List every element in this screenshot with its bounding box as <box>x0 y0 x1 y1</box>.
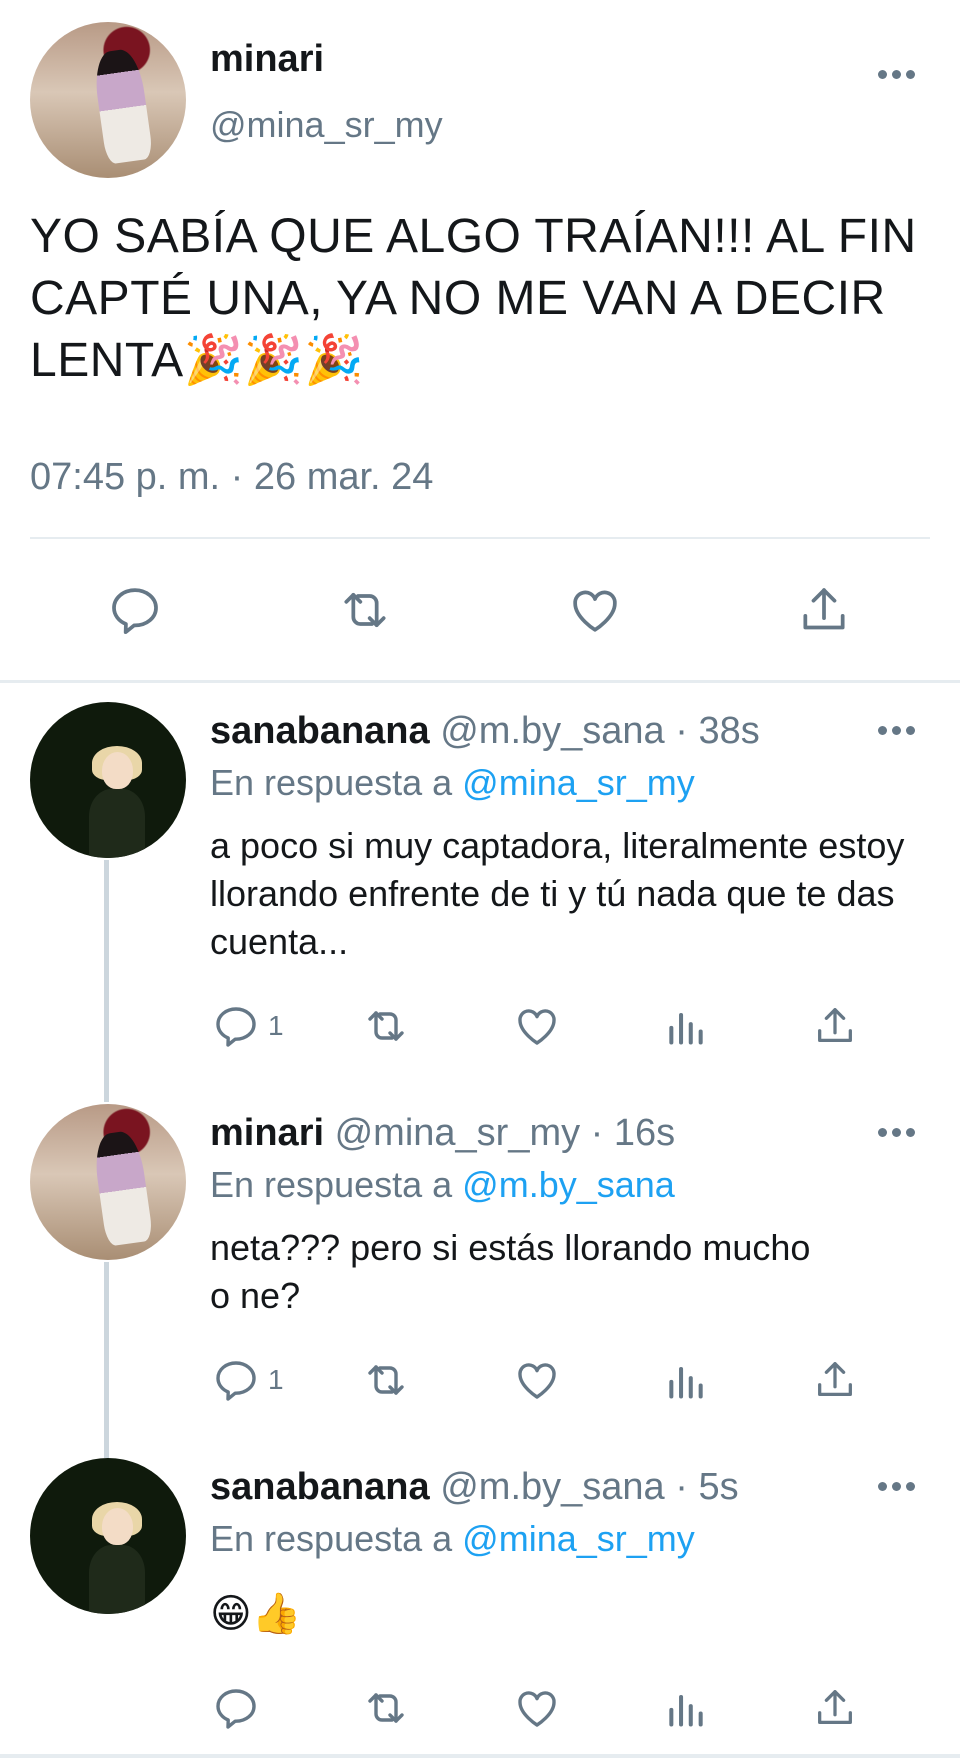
avatar[interactable] <box>30 22 186 178</box>
like-button[interactable] <box>512 1684 562 1732</box>
reply-header: sanabanana @m.by_sana · 38s <box>210 710 760 753</box>
reply-button[interactable]: 1 <box>212 1002 284 1050</box>
analytics-button[interactable] <box>664 1684 708 1732</box>
author-name[interactable]: sanabanana <box>210 1466 430 1508</box>
retweet-button[interactable] <box>332 582 398 638</box>
like-icon <box>518 1691 556 1727</box>
reply-context: En respuesta a @mina_sr_my <box>210 762 695 804</box>
retweet-icon <box>368 1011 404 1041</box>
reply-actions <box>0 1684 960 1740</box>
like-icon <box>518 1009 556 1045</box>
analytics-button[interactable] <box>664 1356 708 1404</box>
reply-actions: 1 <box>0 1356 960 1412</box>
author-name[interactable]: sanabanana <box>210 710 430 752</box>
reply-count: 1 <box>268 1010 284 1041</box>
share-icon <box>818 1690 852 1725</box>
reply-actions: 1 <box>0 1002 960 1058</box>
reply-icon <box>216 1007 256 1047</box>
author-name[interactable]: minari <box>210 1112 324 1154</box>
more-options-icon[interactable] <box>878 1480 918 1492</box>
reply-text: a poco si muy captadora, literalmente es… <box>210 825 905 962</box>
reply-icon <box>216 1361 256 1401</box>
reply-header: sanabanana @m.by_sana · 5s <box>210 1466 739 1509</box>
reply-context: En respuesta a @m.by_sana <box>210 1164 675 1206</box>
share-button[interactable] <box>812 1684 858 1732</box>
author-meta[interactable]: @m.by_sana · 38s <box>440 710 760 752</box>
like-button[interactable] <box>566 582 624 638</box>
share-button[interactable] <box>812 1356 858 1404</box>
like-button[interactable] <box>512 1002 562 1050</box>
reply-button[interactable]: 1 <box>212 1356 284 1404</box>
reply-prefix: En respuesta a <box>210 1164 463 1205</box>
reply-button[interactable] <box>106 582 164 638</box>
author-meta[interactable]: @m.by_sana · 5s <box>440 1466 738 1508</box>
reply-to-link[interactable]: @m.by_sana <box>462 1164 675 1205</box>
avatar[interactable] <box>30 1458 186 1614</box>
author-handle[interactable]: @mina_sr_my <box>210 104 443 146</box>
retweet-icon <box>368 1365 404 1395</box>
reply-button[interactable] <box>212 1684 268 1732</box>
like-icon <box>573 590 617 632</box>
share-icon <box>803 588 845 630</box>
reply-text: 😁👍 <box>210 1591 302 1637</box>
share-icon <box>818 1008 852 1043</box>
bottom-divider <box>0 1754 960 1758</box>
analytics-icon <box>669 1012 703 1045</box>
avatar[interactable] <box>30 1104 186 1260</box>
reply-to-link[interactable]: @mina_sr_my <box>462 762 695 803</box>
share-button[interactable] <box>812 1002 858 1050</box>
analytics-icon <box>669 1366 703 1399</box>
retweet-button[interactable] <box>358 1684 414 1732</box>
reply-icon <box>216 1689 256 1729</box>
reply-prefix: En respuesta a <box>210 1518 463 1559</box>
author-name[interactable]: minari <box>210 38 324 81</box>
reply-header: minari @mina_sr_my · 16s <box>210 1112 675 1155</box>
section-divider <box>0 680 960 683</box>
tweet-timestamp: 07:45 p. m. · 26 mar. 24 <box>30 456 434 498</box>
author-meta[interactable]: @mina_sr_my · 16s <box>335 1112 676 1154</box>
retweet-icon <box>344 592 386 628</box>
retweet-button[interactable] <box>358 1356 414 1404</box>
retweet-button[interactable] <box>358 1002 414 1050</box>
divider <box>30 537 930 539</box>
analytics-icon <box>669 1694 703 1727</box>
analytics-button[interactable] <box>664 1002 708 1050</box>
share-button[interactable] <box>796 582 852 638</box>
reply-prefix: En respuesta a <box>210 762 463 803</box>
more-options-icon[interactable] <box>878 1126 918 1138</box>
thread-line <box>104 860 109 1102</box>
reply-context: En respuesta a @mina_sr_my <box>210 1518 695 1560</box>
avatar[interactable] <box>30 702 186 858</box>
reply-text: neta??? pero si estás llorando mucho o n… <box>210 1227 811 1316</box>
share-icon <box>818 1362 852 1397</box>
main-tweet: minari @mina_sr_my YO SABÍA QUE ALGO TRA… <box>0 0 960 683</box>
avatar-figure <box>91 47 154 166</box>
more-options-icon[interactable] <box>878 68 918 80</box>
like-button[interactable] <box>512 1356 562 1404</box>
tweet-text: YO SABÍA QUE ALGO TRAÍAN!!! AL FIN CAPTÉ… <box>30 210 917 387</box>
retweet-icon <box>368 1693 404 1723</box>
reply-icon <box>112 588 158 635</box>
tweet-actions <box>0 582 960 642</box>
reply-to-link[interactable]: @mina_sr_my <box>462 1518 695 1559</box>
more-options-icon[interactable] <box>878 724 918 736</box>
reply-count: 1 <box>268 1364 284 1395</box>
like-icon <box>518 1363 556 1399</box>
